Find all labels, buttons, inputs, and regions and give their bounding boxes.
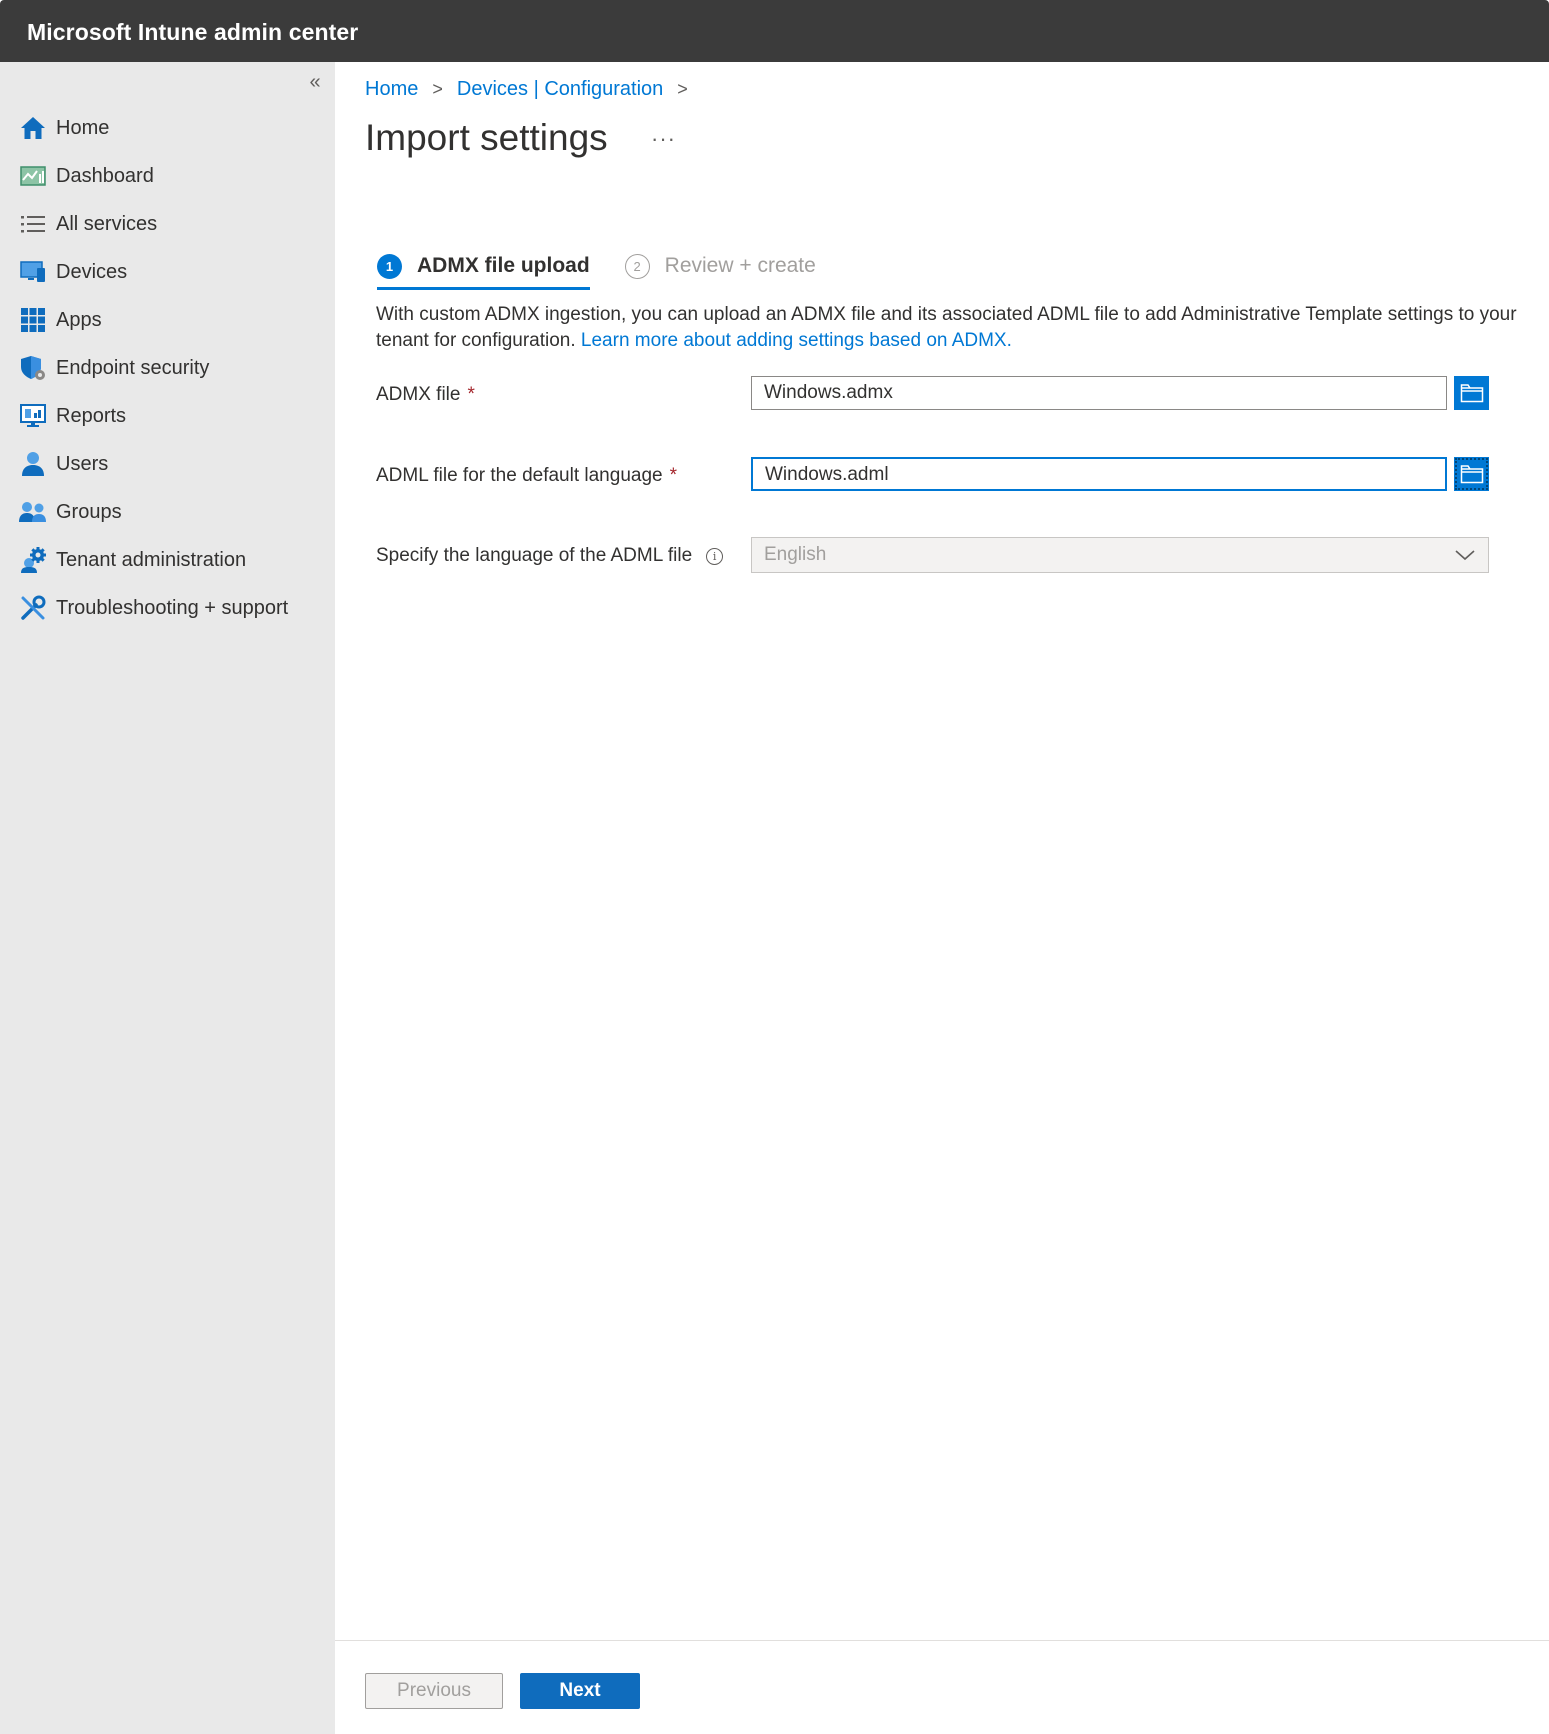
sidebar-item-label: Home (56, 116, 110, 139)
tools-icon (19, 594, 47, 622)
sidebar-item-groups[interactable]: Groups (0, 488, 335, 536)
adml-file-label: ADML file for the default language * (376, 465, 677, 487)
sidebar-item-home[interactable]: Home (0, 104, 335, 152)
wizard-steps: 1 ADMX file upload 2 Review + create (377, 242, 816, 290)
folder-icon (1460, 384, 1483, 403)
step-number-badge: 2 (624, 253, 650, 279)
sidebar-item-label: Endpoint security (56, 356, 210, 379)
admx-file-label: ADMX file * (376, 384, 475, 406)
admx-file-input[interactable]: Windows.admx (751, 376, 1447, 410)
more-options-button[interactable]: ··· (651, 126, 676, 152)
learn-more-link[interactable]: Learn more about adding settings based o… (581, 330, 1012, 351)
home-icon (19, 114, 47, 142)
next-button[interactable]: Next (520, 1673, 640, 1709)
description-text: With custom ADMX ingestion, you can uplo… (376, 302, 1536, 354)
adml-file-input[interactable]: Windows.adml (751, 457, 1447, 491)
sidebar-item-reports[interactable]: Reports (0, 392, 335, 440)
sidebar-item-all-services[interactable]: All services (0, 200, 335, 248)
app-title: Microsoft Intune admin center (27, 19, 359, 45)
page-title: Import settings (365, 117, 608, 158)
sidebar-item-label: All services (56, 212, 158, 235)
sidebar-item-label: Apps (56, 308, 102, 331)
sidebar-item-endpoint-security[interactable]: Endpoint security (0, 344, 335, 392)
chevron-down-icon (1455, 550, 1475, 561)
apps-grid-icon (19, 306, 47, 334)
sidebar-item-label: Tenant administration (56, 548, 247, 571)
groups-icon (19, 498, 47, 526)
language-dropdown[interactable]: English (751, 537, 1489, 573)
sidebar-item-tenant-administration[interactable]: Tenant administration (0, 536, 335, 584)
sidebar-item-label: Dashboard (56, 164, 154, 187)
sidebar-item-devices[interactable]: Devices (0, 248, 335, 296)
breadcrumb-devices-configuration-link[interactable]: Devices | Configuration (457, 78, 663, 101)
field-label: ADMX file (376, 384, 461, 405)
breadcrumb-separator: > (432, 79, 443, 99)
step-number-badge: 1 (377, 253, 402, 279)
sidebar-item-label: Groups (56, 500, 122, 523)
sidebar-item-troubleshooting[interactable]: Troubleshooting + support (0, 584, 335, 632)
gear-icon (19, 546, 47, 574)
adml-file-row: ADML file for the default language * Win… (376, 457, 1536, 493)
info-icon[interactable]: i (706, 547, 724, 565)
top-bar: Microsoft Intune admin center (0, 0, 1549, 62)
language-row: Specify the language of the ADML file i … (376, 537, 1536, 573)
language-label: Specify the language of the ADML file i (376, 545, 724, 567)
admx-browse-button[interactable] (1454, 376, 1489, 410)
sidebar-nav: Home Dashboard All services Devices Apps (0, 104, 335, 632)
devices-icon (19, 258, 47, 286)
sidebar-item-label: Troubleshooting + support (56, 596, 289, 619)
sidebar-item-label: Devices (56, 260, 128, 283)
field-label: Specify the language of the ADML file (376, 545, 693, 566)
sidebar-item-label: Users (56, 452, 109, 475)
breadcrumb-home-link[interactable]: Home (365, 78, 418, 101)
breadcrumb-separator: > (677, 79, 688, 99)
tab-admx-file-upload[interactable]: 1 ADMX file upload (377, 242, 590, 290)
adml-browse-button[interactable] (1454, 457, 1489, 491)
language-selected-value: English (764, 544, 827, 565)
tab-label: Review + create (664, 254, 816, 277)
sidebar-item-apps[interactable]: Apps (0, 296, 335, 344)
shield-icon (19, 354, 47, 382)
dashboard-icon (19, 162, 47, 190)
folder-icon (1460, 465, 1483, 484)
main-content: Home > Devices | Configuration > Import … (335, 62, 1549, 1734)
tab-label: ADMX file upload (417, 254, 590, 277)
breadcrumb: Home > Devices | Configuration > (365, 78, 702, 101)
wizard-footer: Previous Next (335, 1640, 1549, 1734)
reports-icon (19, 402, 47, 430)
sidebar-item-users[interactable]: Users (0, 440, 335, 488)
required-asterisk: * (467, 384, 475, 405)
sidebar-item-label: Reports (56, 404, 127, 427)
previous-button[interactable]: Previous (365, 1673, 503, 1709)
user-icon (19, 450, 47, 478)
collapse-sidebar-icon[interactable]: « (304, 72, 326, 94)
sidebar: « Home Dashboard All services Devices Ap… (0, 62, 335, 1734)
list-icon (19, 210, 47, 238)
sidebar-item-dashboard[interactable]: Dashboard (0, 152, 335, 200)
field-label: ADML file for the default language (376, 465, 663, 486)
required-asterisk: * (669, 465, 677, 486)
tab-review-create[interactable]: 2 Review + create (624, 242, 816, 290)
admx-file-row: ADMX file * Windows.admx (376, 376, 1536, 412)
